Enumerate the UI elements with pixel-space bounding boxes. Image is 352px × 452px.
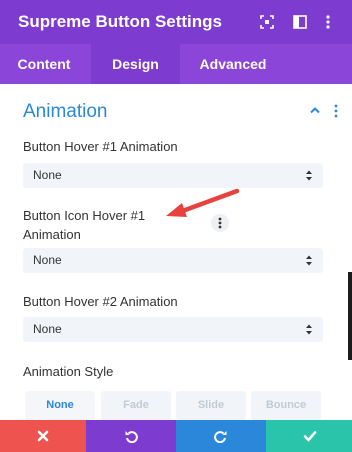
select-arrows-icon [306,324,312,335]
animation-style-fade[interactable]: Fade [101,391,171,420]
tab-content[interactable]: Content [0,44,88,84]
select-arrows-icon [306,255,312,266]
hover1-select[interactable]: None [23,163,323,188]
more-vertical-icon[interactable] [319,13,337,31]
scrollbar[interactable] [348,272,352,360]
check-icon [303,431,317,442]
select-arrows-icon [306,170,312,181]
save-button[interactable] [266,420,352,452]
hover2-select[interactable]: None [23,317,323,342]
focus-icon[interactable] [258,13,276,31]
chevron-up-icon[interactable] [309,105,321,115]
modal-header: Supreme Button Settings [0,0,352,44]
section-more-icon[interactable] [333,104,339,118]
undo-icon [125,431,138,443]
animation-style-none[interactable]: None [25,391,95,420]
icon-hover1-value: None [33,253,62,267]
icon-hover1-label-line2: Animation [23,227,81,242]
tab-design[interactable]: Design [91,44,180,84]
tab-advanced[interactable]: Advanced [181,44,285,84]
tab-bar: Content Design Advanced [0,44,352,84]
redo-icon [214,431,227,443]
hover1-value: None [33,168,62,182]
modal-title: Supreme Button Settings [18,12,223,31]
sidebar-icon[interactable] [291,13,309,31]
icon-hover1-select[interactable]: None [23,248,323,273]
hover2-value: None [33,322,62,336]
section-title[interactable]: Animation [23,101,108,123]
animation-style-bounce[interactable]: Bounce [251,391,321,420]
animation-style-label: Animation Style [23,364,114,379]
animation-style-slide[interactable]: Slide [176,391,246,420]
redo-button[interactable] [176,420,266,452]
icon-hover1-label-line1: Button Icon Hover #1 [23,208,146,223]
close-icon [37,430,49,442]
hover1-label: Button Hover #1 Animation [23,139,178,154]
icon-hover1-label: Button Icon Hover #1 Animation [23,206,145,244]
hover2-label: Button Hover #2 Animation [23,294,178,309]
footer-actions [0,420,352,452]
close-button[interactable] [0,420,86,452]
annotation-arrow-icon [166,188,240,217]
undo-button[interactable] [86,420,176,452]
